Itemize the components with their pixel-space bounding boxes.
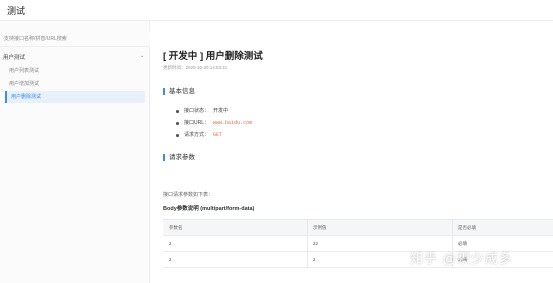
- sidebar-item-label: 用户列表测试: [9, 68, 40, 74]
- info-value: www.baidu.com: [213, 120, 253, 126]
- sidebar-group-user-test[interactable]: 用户测试 ⌄: [0, 52, 150, 64]
- column-divider: [307, 252, 308, 267]
- chevron-down-icon[interactable]: ⌄: [140, 53, 144, 59]
- params-description: 接口请求参数如下表：: [163, 192, 214, 198]
- table-cell: 2: [313, 257, 316, 262]
- main-content: [ 开发中 ] 用户删除测试 更新时间：2020-10-20 14:53:21 …: [151, 21, 553, 283]
- column-divider: [307, 236, 308, 251]
- update-time: 更新时间：2020-10-20 14:53:21: [163, 65, 228, 70]
- list-item: 请求方式： GET: [176, 129, 252, 141]
- app-title: 测试: [7, 6, 26, 16]
- sidebar-group-label: 用户测试: [3, 55, 26, 61]
- basic-info-list: 接口状态： 开发中 接口URL： www.baidu.com 请求方式： GET: [176, 105, 252, 141]
- table-header-cell: 参数名: [169, 225, 183, 230]
- body-params-title: Body参数说明 (multipart/form-data): [163, 206, 255, 212]
- list-item: 接口URL： www.baidu.com: [176, 117, 252, 129]
- column-divider: [452, 220, 453, 235]
- info-label: 请求方式：: [184, 132, 210, 138]
- table-cell: 22: [313, 241, 319, 246]
- table-cell: 2: [169, 257, 172, 262]
- table-header-cell: 是否必填: [458, 225, 476, 230]
- info-value: GET: [213, 132, 223, 138]
- sidebar-item-label: 用户增加测试: [9, 81, 40, 87]
- list-item: 接口状态： 开发中: [176, 105, 252, 117]
- sidebar-item-label: 用户删除测试: [11, 94, 42, 100]
- top-bar: 测试: [0, 0, 553, 21]
- info-label: 接口状态：: [184, 108, 210, 114]
- section-request-params: 请求参数: [163, 154, 195, 161]
- sidebar-item-user-list[interactable]: 用户列表测试: [5, 65, 145, 77]
- column-divider: [307, 220, 308, 235]
- page-title: [ 开发中 ] 用户删除测试: [163, 51, 263, 62]
- info-label: 接口URL：: [184, 120, 210, 126]
- search-input[interactable]: 支持接口名称/拼音/URL搜索: [0, 31, 150, 47]
- table-header-row: 参数名 示例值 是否必填: [163, 220, 553, 236]
- sidebar: 支持接口名称/拼音/URL搜索 用户测试 ⌄ 用户列表测试 用户增加测试 用户删…: [0, 21, 150, 283]
- info-value: 开发中: [213, 108, 229, 114]
- table-header-cell: 示例值: [313, 225, 327, 230]
- sidebar-item-user-delete[interactable]: 用户删除测试: [5, 91, 145, 103]
- sidebar-item-user-add[interactable]: 用户增加测试: [5, 78, 145, 90]
- table-cell: 2: [169, 241, 172, 246]
- watermark: 知乎 @积少成多: [410, 251, 513, 266]
- section-basic-info: 基本信息: [163, 88, 195, 95]
